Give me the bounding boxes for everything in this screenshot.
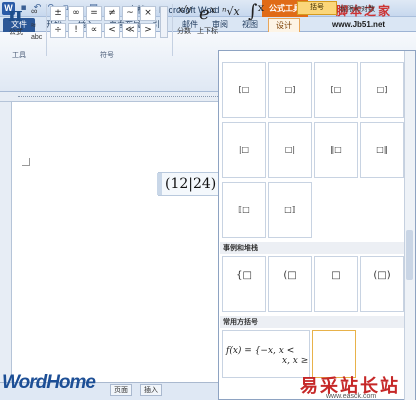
symbol-proportional[interactable]: ∝ [86,23,102,38]
symbol-tilde[interactable]: ~ [122,6,138,21]
radical-icon[interactable]: ⁿ√x [222,5,240,18]
gallery-item[interactable]: □‖ [360,122,404,178]
gallery-item-glyph: |□ [238,145,250,154]
normal-text-icon[interactable]: abc [31,34,42,41]
gallery-item-glyph: □‖ [376,145,388,154]
symbol-greater-than[interactable]: > [140,23,156,38]
vertical-ruler [0,102,12,382]
gallery-scrollbar[interactable] [404,51,415,400]
gallery-item-glyph: ‖□ [330,145,342,154]
gallery-item-glyph: □] [376,85,388,94]
symbol-much-less[interactable]: ≪ [122,23,138,38]
equation-button-label[interactable]: 公式 [9,27,23,37]
gallery-item[interactable]: □⟧ [268,182,312,238]
group-symbols-label: 符号 [100,52,114,59]
gallery-item[interactable]: □ [314,256,358,312]
page-corner-mark [22,158,30,166]
equation-button-icon[interactable]: π [8,2,23,26]
status-insert-mode[interactable]: 插入 [140,384,162,396]
gallery-item-glyph: (□ [283,270,297,281]
watermark-url: www.Jb51.net [332,20,386,29]
gallery-item[interactable]: ‖□ [314,122,358,178]
bracket-button[interactable]: 括号 [297,1,337,15]
gallery-section-common: 常用方括号 [220,316,404,328]
gallery-item-glyph: [□ [238,85,250,94]
symbol-less-than[interactable]: < [104,23,120,38]
symbol-factorial[interactable]: ! [68,23,84,38]
gallery-item[interactable]: □| [268,122,312,178]
linear-icon[interactable]: ≈ [31,20,36,30]
document-page[interactable] [13,102,218,382]
gallery-item[interactable]: (□ [268,256,312,312]
gallery-item-glyph: [□ [330,85,342,94]
ribbon-divider [46,4,47,56]
gallery-item[interactable]: □] [268,62,312,118]
symbol-plus-minus[interactable]: ± [50,6,66,21]
group-tools-label: 工具 [12,52,26,59]
watermark-site: www.easck.com [326,393,377,400]
piecewise-preview-line2: x, x ≥ [282,356,309,366]
gallery-item[interactable]: □] [360,62,404,118]
gallery-item[interactable]: ⟦□ [222,182,266,238]
watermark-wordhome: WordHome [2,372,96,393]
fraction-icon[interactable]: x/y [178,6,191,15]
gallery-item-highlighted[interactable] [312,330,356,378]
script-icon[interactable]: eˣ [199,3,216,24]
gallery-section-cases: 事例和堆栈 [220,242,404,254]
symbol-times[interactable]: × [140,6,156,21]
equation-text[interactable]: (12|24) [165,176,216,192]
piecewise-preview: f(x) = {−x, x < [226,346,295,356]
gallery-item[interactable]: {□ [222,256,266,312]
symbol-infinity[interactable]: ∞ [68,6,84,21]
horizontal-ruler [0,92,218,102]
status-page-tab[interactable]: 页面 [110,384,132,396]
gallery-item[interactable]: [□ [222,62,266,118]
professional-icon[interactable]: ∞ [31,6,37,16]
symbol-gallery: ± ∞ = ≠ ~ × ÷ ! ∝ < ≪ > [50,6,156,38]
symbol-gallery-scroll[interactable] [160,6,168,38]
limit-log-button-label[interactable]: 极限和对数 [340,4,375,14]
gallery-item-glyph: □| [284,145,296,154]
gallery-item-glyph: (□) [373,270,391,281]
gallery-item-glyph: □] [284,85,296,94]
integral-icon[interactable]: ∫ˣ [248,1,265,22]
fraction-button-label[interactable]: 分数 [177,26,191,36]
equation-handle[interactable] [157,173,162,195]
gallery-item[interactable]: |□ [222,122,266,178]
ribbon-divider [172,4,173,56]
gallery-item-glyph: □⟧ [284,205,296,214]
script-button-label[interactable]: 上下标 [197,26,218,36]
symbol-divide[interactable]: ÷ [50,23,66,38]
gallery-item[interactable]: [□ [314,62,358,118]
symbol-equals[interactable]: = [86,6,102,21]
gallery-item-glyph: ⟦□ [238,205,250,214]
tab-design[interactable]: 设计 [268,18,300,32]
gallery-item[interactable]: (□) [360,256,404,312]
symbol-not-equal[interactable]: ≠ [104,6,120,21]
gallery-item-glyph: {□ [236,270,252,281]
gallery-scroll-thumb[interactable] [406,230,413,280]
gallery-item-glyph: □ [331,270,341,281]
